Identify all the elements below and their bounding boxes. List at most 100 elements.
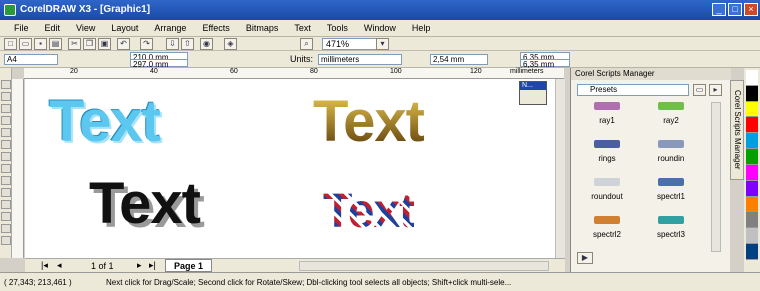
folder-icon[interactable]: ▭ [693,84,706,96]
preset-label: ray2 [663,116,679,125]
horizontal-scrollbar[interactable] [299,261,549,271]
app-launcher-icon[interactable]: ◉ [200,38,213,50]
nudge-value: 2,54 mm [433,55,465,64]
preset-label: roundin [657,154,685,163]
new-icon[interactable]: □ [4,38,17,50]
nudge-field[interactable]: 2,54 mm [430,54,488,65]
close-button[interactable]: × [744,3,758,16]
polygon-tool-icon[interactable] [1,176,11,185]
eyedropper-tool-icon[interactable] [1,224,11,233]
preset-label: spectrl1 [656,192,685,201]
preset-roundin[interactable]: roundin [641,140,701,180]
chevron-down-icon[interactable]: ▾ [376,38,389,50]
duplicate-y-field[interactable]: 6,35 mm [520,59,570,69]
menu-bitmaps[interactable]: Bitmaps [238,20,287,37]
print-icon[interactable]: ▤ [49,38,62,50]
popup-title: N... [520,82,546,90]
rectangle-tool-icon[interactable] [1,152,11,161]
menu-arrow-icon[interactable]: ▸ [709,84,722,96]
docker-scrollbar[interactable] [711,102,721,252]
flag-text-object[interactable]: Text [323,183,415,241]
pick-tool-icon[interactable] [1,80,11,89]
preset-ray1[interactable]: ray1 [577,102,637,142]
menu-layout[interactable]: Layout [103,20,146,37]
menu-edit[interactable]: Edit [37,20,69,37]
preset-spectrl3[interactable]: spectrl3 [641,216,701,256]
import-icon[interactable]: ⇩ [166,38,179,50]
minimize-button[interactable]: _ [712,3,726,16]
coreldraw-window: CorelDRAW X3 - [Graphic1] _ □ × File Edi… [0,0,760,291]
paste-icon[interactable]: ▣ [98,38,111,50]
menu-bar: File Edit View Layout Arrange Effects Bi… [0,20,760,37]
palette-swatch[interactable] [746,228,758,245]
interactive-blend-tool-icon[interactable] [1,212,11,221]
last-page-button[interactable]: ▸| [149,260,156,271]
units-value: millimeters [321,55,360,64]
corel-online-icon[interactable]: ◈ [224,38,237,50]
blue-text-object[interactable]: Text [49,93,161,151]
menu-view[interactable]: View [68,20,103,37]
palette-swatch[interactable] [746,70,758,86]
black-shadow-text-object[interactable]: Text [89,175,201,233]
undo-icon[interactable]: ↶ [117,38,130,50]
menu-tools[interactable]: Tools [319,20,356,37]
copy-icon[interactable]: ❐ [83,38,96,50]
redo-icon[interactable]: ↷ [140,38,153,50]
palette-swatch[interactable] [746,117,758,134]
palette-swatch[interactable] [746,149,758,165]
prev-page-button[interactable]: ◂ [57,260,62,271]
zoom-icon[interactable]: ⌕ [300,38,313,50]
docker-side-tab[interactable]: Corel Scripts Manager [730,80,744,180]
menu-effects[interactable]: Effects [194,20,237,37]
maximize-button[interactable]: □ [728,3,742,16]
palette-swatch[interactable] [746,164,758,181]
palette-swatch[interactable] [746,133,758,150]
smart-fill-tool-icon[interactable] [1,140,11,149]
preset-label: spectrl3 [656,230,685,239]
units-select[interactable]: millimeters [318,54,402,65]
menu-arrange[interactable]: Arrange [146,20,194,37]
menu-help[interactable]: Help [404,20,439,37]
preset-spectrl1[interactable]: spectrl1 [641,178,701,218]
shape-tool-icon[interactable] [1,92,11,101]
basic-shapes-tool-icon[interactable] [1,188,11,197]
menu-text[interactable]: Text [286,20,319,37]
preset-spectrl2[interactable]: spectrl2 [577,216,637,256]
first-page-button[interactable]: |◂ [41,260,48,271]
save-icon[interactable]: ▪ [34,38,47,50]
palette-swatch[interactable] [746,180,758,197]
menu-file[interactable]: File [6,20,37,37]
palette-swatch[interactable] [746,196,758,213]
preset-thumb-ray2 [658,102,684,110]
text-tool-icon[interactable] [1,200,11,209]
preset-ray2[interactable]: ray2 [641,102,701,142]
ellipse-tool-icon[interactable] [1,164,11,173]
page-size-select[interactable]: A4 [4,54,58,65]
crop-tool-icon[interactable] [1,104,11,113]
vertical-ruler[interactable] [12,79,24,258]
presets-select[interactable]: Presets [577,84,689,96]
drawing-canvas[interactable]: Text Text Text Text N... [25,79,555,258]
mini-docker-popup[interactable]: N... [519,81,547,105]
zoom-tool-icon[interactable] [1,116,11,125]
menu-window[interactable]: Window [356,20,404,37]
freehand-tool-icon[interactable] [1,128,11,137]
preset-roundout[interactable]: roundout [577,178,637,218]
palette-swatch[interactable] [746,101,758,118]
vertical-scrollbar[interactable] [555,79,565,258]
palette-swatch[interactable] [746,85,758,102]
run-script-button[interactable]: ▶ [577,252,593,264]
next-page-button[interactable]: ▸ [137,260,142,271]
gold-text-object[interactable]: Text [313,93,425,151]
outline-tool-icon[interactable] [1,236,11,245]
horizontal-ruler[interactable]: 20 40 60 80 100 120 millimeters [24,68,564,79]
page-height-field[interactable]: 297.0 mm [130,59,188,69]
cut-icon[interactable]: ✂ [68,38,81,50]
palette-swatch[interactable] [746,212,758,229]
open-icon[interactable]: ▭ [19,38,32,50]
preset-rings[interactable]: rings [577,140,637,180]
ruler-tick: 20 [70,68,78,75]
export-icon[interactable]: ⇧ [181,38,194,50]
palette-swatch[interactable] [746,244,758,260]
page-tab[interactable]: Page 1 [165,259,213,272]
